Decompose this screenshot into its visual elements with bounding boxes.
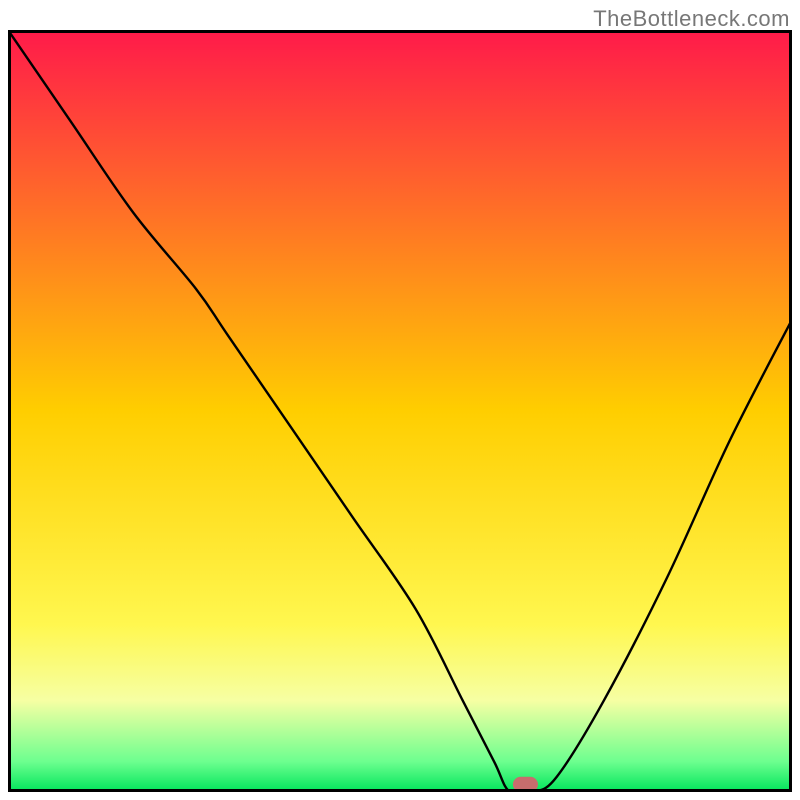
bottleneck-chart (8, 30, 792, 792)
watermark-text: TheBottleneck.com (593, 6, 790, 32)
chart-frame (8, 30, 792, 792)
gradient-background (8, 30, 792, 792)
